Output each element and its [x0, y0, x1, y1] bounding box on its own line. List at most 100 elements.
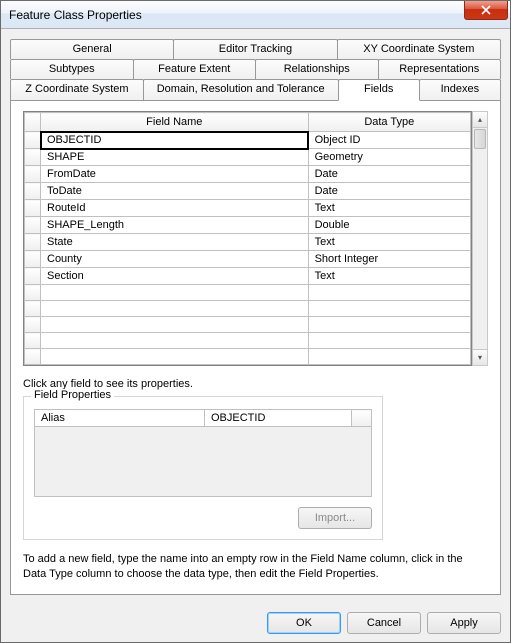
row-header[interactable] — [25, 251, 41, 268]
tab-feature-extent[interactable]: Feature Extent — [133, 59, 257, 79]
cell-data-type[interactable]: Date — [308, 166, 470, 183]
close-button[interactable] — [464, 1, 508, 20]
field-property-button-cell[interactable] — [352, 410, 372, 427]
tab-z-coordinate-system[interactable]: Z Coordinate System — [10, 79, 144, 100]
row-header[interactable] — [25, 200, 41, 217]
scroll-up-button[interactable]: ▴ — [473, 112, 487, 128]
fields-grid-area: Field Name Data Type OBJECTIDObject IDSH… — [23, 111, 488, 366]
cell-data-type[interactable]: Short Integer — [308, 251, 470, 268]
table-row[interactable] — [25, 317, 471, 333]
table-row[interactable]: RouteIdText — [25, 200, 471, 217]
row-header[interactable] — [25, 301, 41, 317]
tab-domain-resolution-tolerance[interactable]: Domain, Resolution and Tolerance — [143, 79, 339, 100]
row-header[interactable] — [25, 132, 41, 149]
table-row[interactable]: FromDateDate — [25, 166, 471, 183]
scroll-track[interactable] — [473, 150, 487, 349]
tab-row-3: Z Coordinate System Domain, Resolution a… — [10, 79, 501, 100]
cell-field-name[interactable] — [41, 285, 309, 301]
tab-row-1: General Editor Tracking XY Coordinate Sy… — [10, 39, 501, 59]
cell-data-type[interactable] — [308, 285, 470, 301]
cell-data-type[interactable]: Object ID — [308, 132, 470, 149]
field-property-key[interactable]: Alias — [35, 410, 205, 427]
row-header[interactable] — [25, 333, 41, 349]
tab-general[interactable]: General — [10, 39, 174, 59]
row-header[interactable] — [25, 183, 41, 200]
grid-corner[interactable] — [25, 113, 41, 132]
cell-data-type[interactable]: Date — [308, 183, 470, 200]
ok-button[interactable]: OK — [267, 612, 341, 634]
cell-data-type[interactable]: Geometry — [308, 149, 470, 166]
tab-editor-tracking[interactable]: Editor Tracking — [173, 39, 337, 59]
table-row[interactable] — [25, 285, 471, 301]
tab-control: General Editor Tracking XY Coordinate Sy… — [10, 39, 501, 595]
cell-field-name[interactable]: County — [41, 251, 309, 268]
dialog-window: Feature Class Properties General Editor … — [0, 0, 511, 643]
cell-data-type[interactable]: Text — [308, 268, 470, 285]
cell-field-name[interactable]: SHAPE_Length — [41, 217, 309, 234]
cell-field-name[interactable] — [41, 349, 309, 365]
tab-fields[interactable]: Fields — [338, 79, 420, 101]
field-properties-legend: Field Properties — [31, 389, 114, 401]
cell-data-type[interactable] — [308, 317, 470, 333]
cell-field-name[interactable]: RouteId — [41, 200, 309, 217]
cell-data-type[interactable] — [308, 333, 470, 349]
table-row[interactable]: SHAPE_LengthDouble — [25, 217, 471, 234]
cell-field-name[interactable]: SHAPE — [41, 149, 309, 166]
cell-field-name[interactable]: State — [41, 234, 309, 251]
table-row[interactable]: SectionText — [25, 268, 471, 285]
column-header-data-type[interactable]: Data Type — [308, 113, 470, 132]
row-header[interactable] — [25, 285, 41, 301]
row-header[interactable] — [25, 349, 41, 365]
table-row[interactable]: CountyShort Integer — [25, 251, 471, 268]
cell-field-name[interactable]: FromDate — [41, 166, 309, 183]
cell-field-name[interactable]: ToDate — [41, 183, 309, 200]
field-properties-grid[interactable]: Alias OBJECTID — [34, 409, 372, 427]
table-row[interactable] — [25, 301, 471, 317]
cell-data-type[interactable] — [308, 301, 470, 317]
scroll-down-button[interactable]: ▾ — [473, 349, 487, 365]
table-row[interactable] — [25, 333, 471, 349]
dialog-footer: OK Cancel Apply — [1, 604, 510, 642]
tab-xy-coordinate-system[interactable]: XY Coordinate System — [337, 39, 501, 59]
cell-data-type[interactable]: Double — [308, 217, 470, 234]
table-row[interactable]: OBJECTIDObject ID — [25, 132, 471, 149]
row-header[interactable] — [25, 268, 41, 285]
cell-field-name[interactable] — [41, 301, 309, 317]
grid-scrollbar[interactable]: ▴ ▾ — [472, 111, 488, 366]
tab-row-2: Subtypes Feature Extent Relationships Re… — [10, 59, 501, 79]
cell-data-type[interactable]: Text — [308, 200, 470, 217]
field-property-value[interactable]: OBJECTID — [205, 410, 352, 427]
apply-button[interactable]: Apply — [427, 612, 501, 634]
tab-relationships[interactable]: Relationships — [255, 59, 379, 79]
tab-panel-fields: Field Name Data Type OBJECTIDObject IDSH… — [10, 100, 501, 595]
table-row[interactable]: SHAPEGeometry — [25, 149, 471, 166]
tab-indexes[interactable]: Indexes — [419, 79, 501, 100]
content-area: General Editor Tracking XY Coordinate Sy… — [1, 29, 510, 604]
window-buttons — [464, 1, 510, 28]
column-header-field-name[interactable]: Field Name — [41, 113, 309, 132]
table-row[interactable]: ToDateDate — [25, 183, 471, 200]
table-row[interactable]: StateText — [25, 234, 471, 251]
table-row[interactable] — [25, 349, 471, 365]
titlebar: Feature Class Properties — [1, 1, 510, 29]
scroll-thumb[interactable] — [474, 129, 486, 149]
tab-subtypes[interactable]: Subtypes — [10, 59, 134, 79]
row-header[interactable] — [25, 234, 41, 251]
import-button[interactable]: Import... — [298, 507, 372, 529]
cancel-button[interactable]: Cancel — [347, 612, 421, 634]
fields-grid[interactable]: Field Name Data Type OBJECTIDObject IDSH… — [23, 111, 472, 366]
cell-field-name[interactable] — [41, 317, 309, 333]
cell-field-name[interactable]: Section — [41, 268, 309, 285]
cell-data-type[interactable] — [308, 349, 470, 365]
row-header[interactable] — [25, 149, 41, 166]
row-header[interactable] — [25, 166, 41, 183]
row-header[interactable] — [25, 317, 41, 333]
close-icon — [480, 5, 492, 15]
field-property-row[interactable]: Alias OBJECTID — [35, 410, 372, 427]
field-properties-group: Field Properties Alias OBJECTID Import..… — [23, 396, 383, 540]
tab-representations[interactable]: Representations — [378, 59, 502, 79]
row-header[interactable] — [25, 217, 41, 234]
cell-data-type[interactable]: Text — [308, 234, 470, 251]
cell-field-name[interactable]: OBJECTID — [41, 132, 309, 149]
cell-field-name[interactable] — [41, 333, 309, 349]
